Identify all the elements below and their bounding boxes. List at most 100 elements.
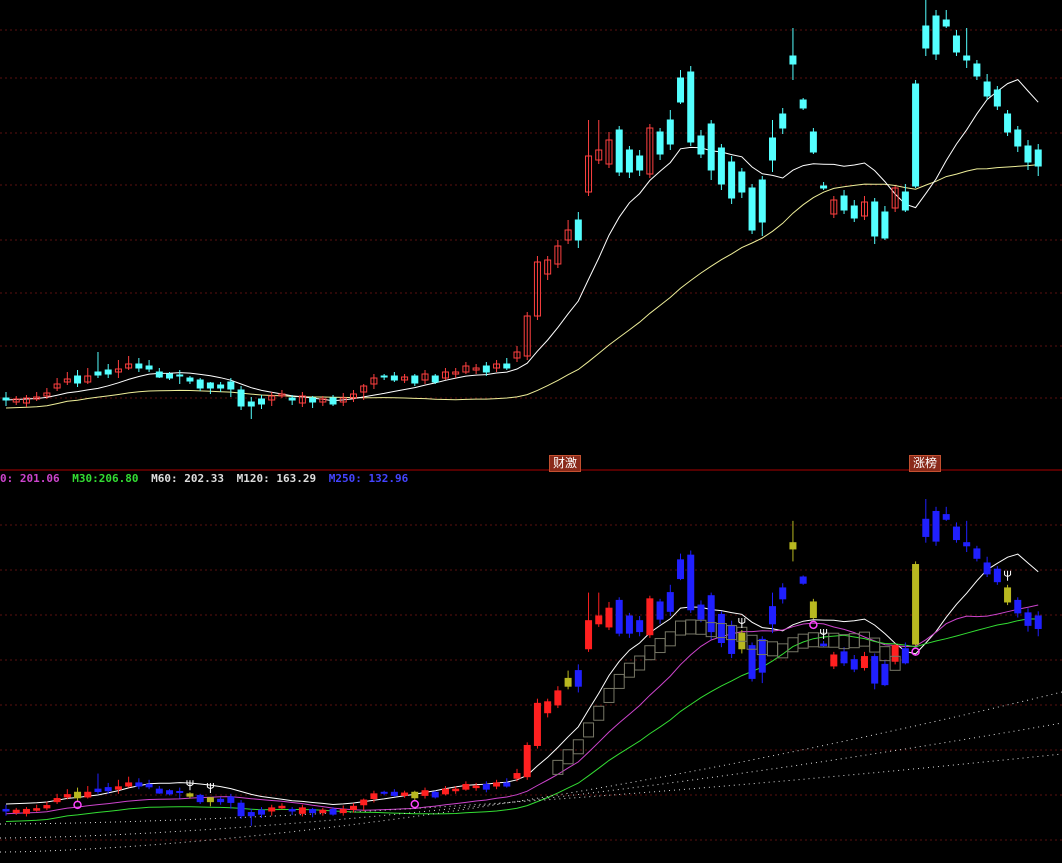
lower-candle-body — [196, 794, 204, 803]
lower-candle-body — [329, 808, 337, 815]
lower-candle-body — [687, 554, 695, 611]
ma-long-line — [5, 164, 1039, 409]
lower-candle-body — [349, 805, 357, 810]
candle-body — [636, 155, 644, 171]
candle-body — [687, 71, 695, 143]
trend-box — [644, 645, 656, 661]
trend-box — [593, 705, 605, 721]
lower-candle-body — [901, 648, 909, 664]
lower-candle-body — [12, 809, 20, 814]
lower-candle-body — [288, 808, 296, 812]
lower-candle-body — [125, 782, 133, 787]
candle-body — [329, 397, 337, 405]
candle-body — [155, 371, 163, 378]
lower-candle-body — [411, 791, 419, 799]
lower-candle-body — [850, 659, 858, 670]
lower-candle-body — [533, 702, 541, 746]
signal-circle-marker — [410, 799, 420, 809]
candle-body — [1014, 129, 1022, 147]
lower-candle-body — [779, 587, 787, 600]
candle-body — [166, 373, 174, 379]
candle-body — [196, 379, 204, 389]
trend-box — [603, 687, 615, 703]
candle-body — [840, 195, 848, 211]
candle-body — [820, 185, 828, 189]
candle-body — [206, 382, 214, 389]
candle-body — [482, 365, 490, 373]
lower-candle-body — [860, 656, 868, 668]
trend-box — [562, 749, 574, 765]
lower-magenta-line — [5, 604, 1039, 815]
candle-body — [769, 137, 776, 161]
lower-candle-body — [43, 805, 51, 809]
candle-body — [728, 161, 736, 199]
lower-candle-body — [401, 792, 409, 796]
ma-legend-item: M120: 163.29 — [237, 472, 317, 485]
candle-body — [104, 369, 112, 375]
lower-candle-body — [605, 607, 613, 628]
trend-box — [654, 638, 666, 654]
fork-signal-marker — [1004, 570, 1012, 581]
lower-candle-body — [1034, 615, 1042, 629]
signal-circle-marker — [809, 620, 818, 630]
candle-body — [431, 375, 439, 383]
trend-box — [838, 634, 850, 650]
lower-candle-body — [595, 615, 603, 625]
candle-body — [1034, 149, 1042, 167]
candle-body — [74, 375, 82, 384]
candle-body — [748, 187, 756, 231]
kline-chart[interactable] — [0, 0, 1062, 863]
candle-body — [983, 81, 991, 97]
trend-box — [695, 619, 707, 635]
lower-candle-body — [769, 606, 776, 625]
candle-body — [2, 397, 10, 401]
ma-label: 0: — [0, 472, 14, 485]
candle-body — [237, 389, 245, 407]
ma-legend-item: M30:206.80 — [72, 472, 138, 485]
lower-candle-body — [993, 568, 1001, 583]
lower-candle-body — [298, 807, 306, 814]
candle-body — [677, 77, 685, 103]
trend-box — [623, 662, 635, 678]
trend-box — [777, 643, 789, 659]
lower-candle-body — [247, 812, 255, 817]
trend-box — [879, 646, 891, 662]
lower-candle-body — [615, 599, 623, 634]
lower-candle-body — [789, 542, 797, 550]
signal-badge-zhangbang[interactable]: 涨榜 — [909, 455, 942, 472]
lower-candle-body — [983, 562, 991, 575]
lower-candle-body — [574, 670, 582, 687]
lower-dotted-line — [0, 722, 1062, 839]
candle-body — [666, 119, 674, 145]
lower-candle-body — [973, 548, 981, 559]
candle-body — [145, 365, 153, 370]
lower-candle-body — [912, 564, 920, 645]
candle-body — [1024, 145, 1032, 163]
candle-body — [901, 191, 909, 211]
ma-legend-item: M250: 132.96 — [329, 472, 409, 485]
trend-box — [613, 673, 625, 689]
lower-candle-body — [922, 518, 930, 537]
trend-box — [675, 620, 687, 636]
ma-value: 202.33 — [184, 472, 224, 485]
lower-candle-body — [94, 788, 102, 792]
signal-badge-caiji[interactable]: 财激 — [549, 455, 582, 472]
lower-candle-body — [523, 744, 531, 778]
lower-candle-body — [472, 785, 480, 789]
lower-candle-body — [462, 783, 470, 790]
candle-body — [135, 363, 143, 369]
lower-candle-body — [53, 798, 61, 803]
candle-body — [309, 397, 317, 403]
lower-candle-body — [360, 799, 368, 806]
lower-candle-body — [677, 559, 685, 580]
lower-candle-body — [186, 793, 194, 797]
lower-candle-body — [22, 808, 30, 814]
lower-candle-body — [544, 701, 552, 714]
lower-candle-body — [820, 643, 828, 647]
candle-body — [186, 377, 194, 382]
candle-body — [217, 384, 225, 389]
lower-candle-body — [268, 807, 276, 812]
lower-candle-body — [217, 798, 225, 803]
lower-candle-body — [891, 645, 899, 662]
fork-signal-marker — [186, 780, 194, 791]
